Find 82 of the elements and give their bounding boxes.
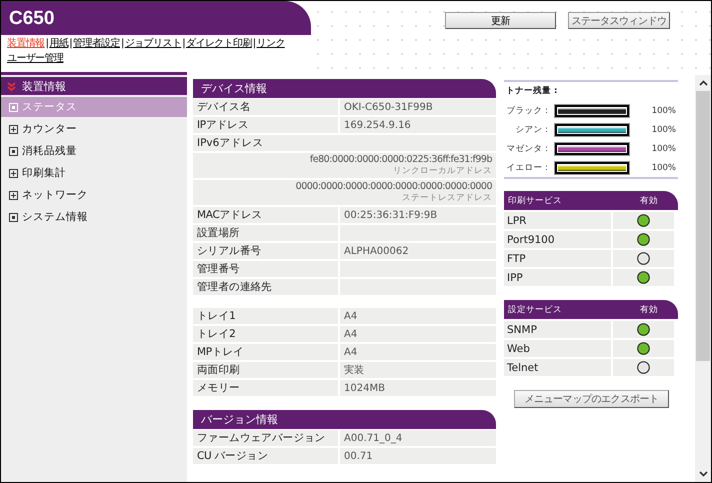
field-label: 管理番号 <box>193 261 340 277</box>
field-value: 00.71 <box>344 450 373 462</box>
field-value: OKI-C650-31F99B <box>344 102 433 112</box>
field-value: 実装 <box>344 364 364 376</box>
service-name: SNMP <box>504 321 611 338</box>
sidebar-item[interactable]: システム情報 <box>1 207 187 227</box>
field-value: A4 <box>344 310 358 322</box>
toner-reading: 100% <box>652 106 676 116</box>
nav-link[interactable]: ジョブリスト <box>124 38 182 49</box>
field-value: A4 <box>344 328 358 340</box>
status-window-button[interactable]: ステータスウィンドウ <box>568 12 670 29</box>
field-value: 00:25:36:31:F9:9B <box>344 210 438 220</box>
square-dot-icon <box>9 146 18 156</box>
expand-icon[interactable] <box>9 124 18 134</box>
page-title: C650 <box>9 8 54 30</box>
field-label: 両面印刷 <box>193 362 340 378</box>
separator: | <box>46 38 48 49</box>
address-value: fe80:0000:0000:0000:0225:36ff:fe31:f99b <box>310 154 492 165</box>
expand-icon[interactable] <box>9 168 18 178</box>
sidebar-item[interactable]: カウンター <box>1 119 187 139</box>
separator: | <box>69 38 72 49</box>
service-name: Telnet <box>504 359 611 376</box>
service-name: IPP <box>504 269 611 286</box>
section-title: トナー残量 : <box>506 85 558 97</box>
toner-label: マゼンタ : <box>505 142 548 154</box>
scroll-down-icon[interactable] <box>698 471 708 477</box>
field-label: メモリー <box>193 380 340 396</box>
expand-icon[interactable] <box>9 190 18 200</box>
field-value: ALPHA00062 <box>344 246 409 256</box>
field-label: CU バージョン <box>193 448 340 464</box>
field-label: MPトレイ <box>193 344 340 360</box>
field-value: A00.71_0_4 <box>344 432 402 444</box>
nav-link[interactable]: 管理者設定 <box>72 38 120 49</box>
nav-link[interactable]: 用紙 <box>49 38 68 49</box>
toner-label: イエロー : <box>505 162 548 174</box>
toner-reading: 100% <box>652 162 676 172</box>
sidebar-item[interactable]: 消耗品残量 <box>1 141 187 161</box>
section-header: 設定サービス 有効 <box>504 300 678 319</box>
section-header: 印刷サービス 有効 <box>504 191 678 210</box>
separator: | <box>182 38 185 49</box>
field-label: トレイ1 <box>193 308 340 324</box>
service-name: FTP <box>504 250 611 267</box>
address-value: 0000:0000:0000:0000:0000:0000:0000:0000 <box>296 181 492 192</box>
section-header: デバイス情報 <box>193 79 496 98</box>
field-label: シリアル番号 <box>193 243 340 259</box>
separator: | <box>252 38 256 49</box>
chevron-down-icon <box>7 82 16 90</box>
field-label: 管理者の連絡先 <box>193 279 340 295</box>
sidebar-item[interactable]: 印刷集計 <box>1 163 187 183</box>
service-name: LPR <box>504 212 611 229</box>
sidebar-item[interactable]: ネットワーク <box>1 185 187 205</box>
field-label: IPv6アドレス <box>197 136 264 148</box>
refresh-button[interactable]: 更新 <box>445 12 556 29</box>
field-label: IPアドレス <box>193 117 340 133</box>
toner-label: ブラック : <box>505 104 548 116</box>
sidebar-title: 装置情報 <box>22 78 66 94</box>
toner-label: シアン : <box>514 124 548 136</box>
nav-link[interactable]: 装置情報 <box>7 38 45 49</box>
nav-link[interactable]: ユーザー管理 <box>7 53 64 64</box>
field-value: 1024MB <box>344 382 385 394</box>
service-name: Port9100 <box>504 231 611 248</box>
separator: | <box>121 38 124 49</box>
toner-reading: 100% <box>652 124 676 134</box>
service-name: Web <box>504 340 611 357</box>
section-header: バージョン情報 <box>193 410 496 429</box>
field-value: A4 <box>344 346 358 358</box>
nav-link[interactable]: リンク <box>256 38 285 49</box>
field-label: 設置場所 <box>193 225 340 241</box>
field-label: トレイ2 <box>193 326 340 342</box>
field-label: デバイス名 <box>193 99 340 115</box>
scroll-up-icon[interactable] <box>698 80 708 86</box>
square-dot-icon <box>9 212 18 222</box>
export-button[interactable]: メニューマップのエクスポート <box>514 390 669 408</box>
toner-reading: 100% <box>652 144 676 154</box>
field-label: MACアドレス <box>193 207 340 223</box>
square-dot-icon <box>9 102 18 112</box>
nav-link[interactable]: ダイレクト印刷 <box>186 38 252 49</box>
address-caption: リンクローカルアドレス <box>393 166 492 176</box>
scrollbar-thumb[interactable] <box>696 91 710 361</box>
address-caption: ステートレスアドレス <box>402 193 492 203</box>
field-label: ファームウェアバージョン <box>193 430 340 446</box>
field-value: 169.254.9.16 <box>344 120 411 130</box>
